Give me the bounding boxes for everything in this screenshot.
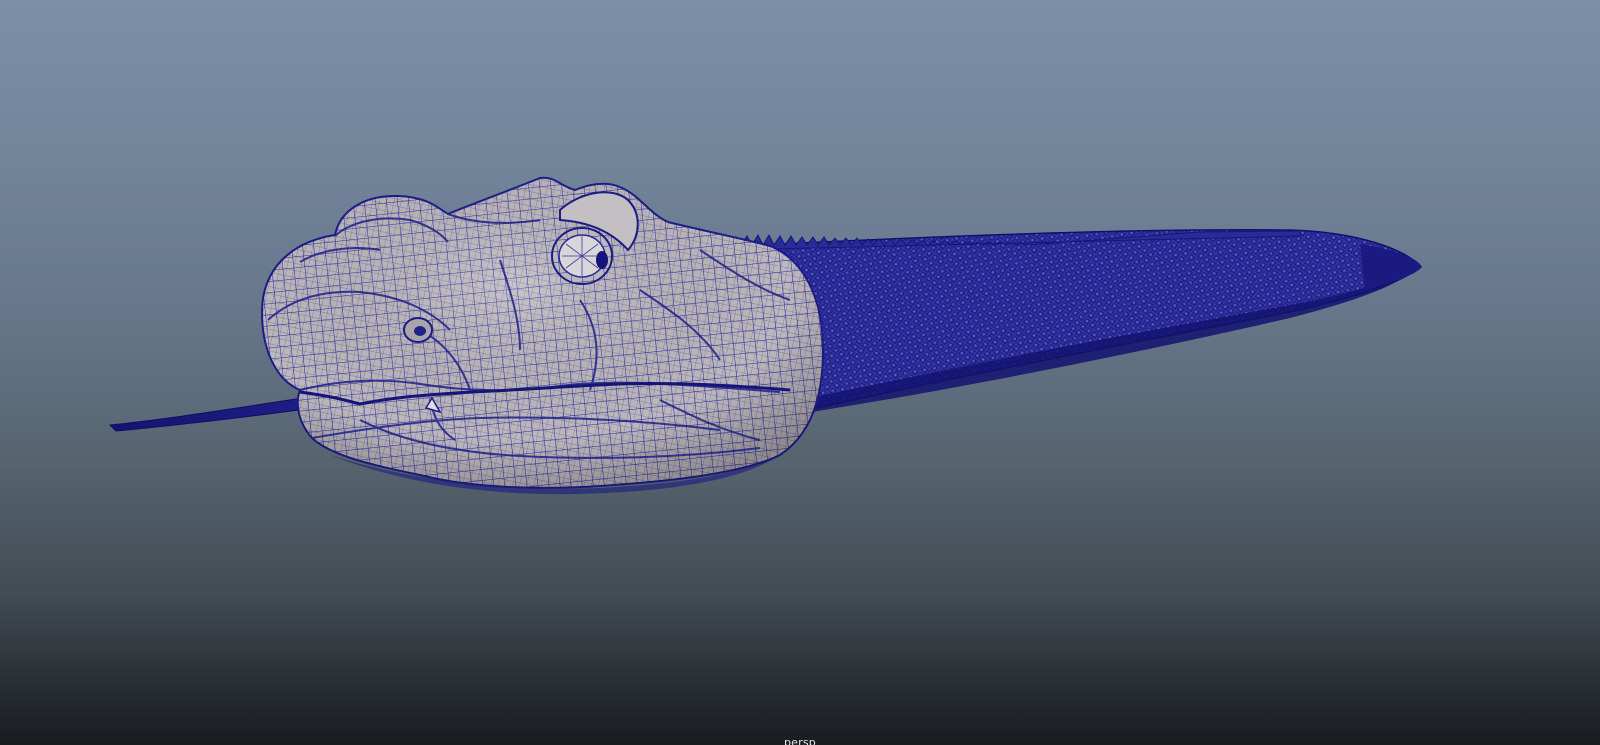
- snake-body-mesh: [729, 228, 1422, 412]
- maya-perspective-viewport[interactable]: persp: [0, 0, 1600, 745]
- scene-canvas[interactable]: [0, 0, 1600, 745]
- camera-name-label: persp: [784, 736, 816, 745]
- snake-eye: [551, 227, 613, 285]
- snake-head-mesh: [260, 176, 824, 495]
